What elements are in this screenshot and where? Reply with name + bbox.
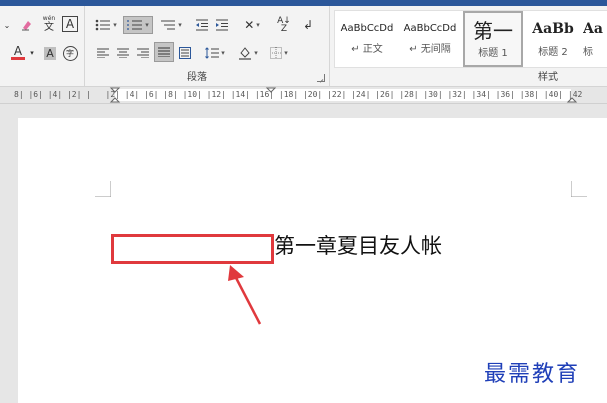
chevron-down-icon[interactable]: ⌄ bbox=[2, 16, 12, 34]
style-name: ↵ 正文 bbox=[351, 44, 383, 55]
char-border-button[interactable]: A bbox=[62, 16, 78, 32]
style-name: 标 bbox=[583, 46, 593, 58]
font-color-swatch bbox=[11, 56, 25, 60]
chinese-layout-button[interactable]: ✕ ▾ bbox=[239, 16, 265, 34]
style-preview: AaBb bbox=[532, 20, 574, 37]
align-left-button[interactable] bbox=[95, 44, 111, 62]
style-title[interactable]: Aa 标 bbox=[583, 11, 607, 67]
crop-mark-top-right-icon bbox=[571, 181, 587, 197]
annotation-arrow-icon bbox=[228, 265, 262, 325]
align-left-icon bbox=[97, 48, 109, 58]
styles-group-label: 样式 bbox=[538, 72, 558, 83]
justify-button[interactable] bbox=[154, 42, 174, 62]
align-right-icon bbox=[137, 48, 149, 58]
document-page[interactable]: 第一章夏目友人帐 最需教育 bbox=[18, 118, 607, 403]
document-area: 第一章夏目友人帐 最需教育 bbox=[0, 104, 607, 403]
bullets-button[interactable]: ▾ bbox=[93, 16, 119, 34]
justify-icon bbox=[158, 47, 170, 57]
bullets-icon bbox=[95, 19, 111, 31]
annotation-highlight-box bbox=[111, 234, 274, 264]
align-center-button[interactable] bbox=[115, 44, 131, 62]
multilevel-list-icon bbox=[161, 20, 176, 30]
style-preview: AaBbCcDd bbox=[403, 23, 457, 34]
distributed-icon bbox=[179, 47, 191, 59]
styles-gallery: AaBbCcDd ↵ 正文 AaBbCcDd ↵ 无间隔 第一 标题 1 AaB… bbox=[334, 10, 607, 68]
shading-button[interactable]: ▾ bbox=[235, 44, 261, 62]
phonetic-guide-button[interactable]: wén 文 bbox=[40, 14, 58, 33]
right-indent-marker-icon[interactable] bbox=[566, 95, 578, 103]
align-center-icon bbox=[117, 48, 129, 58]
enclose-char: 字 bbox=[62, 45, 78, 61]
numbering-icon bbox=[127, 20, 143, 30]
decrease-indent-icon bbox=[196, 19, 208, 31]
enclose-char-button[interactable]: 字 bbox=[62, 44, 78, 62]
style-normal[interactable]: AaBbCcDd ↵ 正文 bbox=[337, 11, 397, 67]
left-indent-marker-icon[interactable] bbox=[109, 87, 121, 103]
numbering-button[interactable]: ▾ bbox=[123, 16, 153, 34]
borders-button[interactable]: ▾ bbox=[265, 44, 293, 62]
line-spacing-button[interactable]: ▾ bbox=[201, 44, 229, 62]
styles-group: AaBbCcDd ↵ 正文 AaBbCcDd ↵ 无间隔 第一 标题 1 AaB… bbox=[329, 6, 607, 86]
sort-icon: A↓ Z bbox=[277, 16, 291, 34]
font-color-letter: A bbox=[13, 43, 23, 58]
increase-indent-icon bbox=[216, 19, 228, 31]
borders-icon bbox=[270, 47, 283, 59]
phonetic-char: 文 bbox=[44, 22, 54, 33]
chinese-layout-icon: ✕ bbox=[244, 18, 255, 32]
char-shading-letter: A bbox=[44, 46, 56, 60]
ribbon: ⌄ wén 文 A A ▾ A 字 ▾ ▾ ▾ ✕ ▾ A↓ Z ↲ ▾ ▾ ▾… bbox=[0, 6, 607, 87]
paint-bucket-icon bbox=[239, 47, 252, 60]
multilevel-list-button[interactable]: ▾ bbox=[159, 16, 183, 34]
increase-indent-button[interactable] bbox=[213, 16, 231, 34]
style-name: 标题 2 bbox=[538, 46, 568, 58]
crop-mark-top-left-icon bbox=[95, 181, 111, 197]
paragraph-group: ▾ ▾ ▾ ✕ ▾ A↓ Z ↲ ▾ ▾ ▾ 段落 bbox=[84, 6, 330, 86]
line-spacing-icon bbox=[205, 47, 220, 59]
style-preview: 第一 bbox=[473, 18, 513, 43]
font-group: ⌄ wén 文 A A ▾ A 字 bbox=[0, 6, 83, 86]
style-heading-2[interactable]: AaBb 标题 2 bbox=[525, 11, 581, 67]
sort-button[interactable]: A↓ Z bbox=[275, 16, 293, 34]
decrease-indent-button[interactable] bbox=[193, 16, 211, 34]
style-no-spacing[interactable]: AaBbCcDd ↵ 无间隔 bbox=[399, 11, 461, 67]
paragraph-dialog-launcher-icon[interactable] bbox=[317, 74, 325, 82]
align-right-button[interactable] bbox=[135, 44, 151, 62]
clear-format-icon[interactable] bbox=[18, 16, 36, 34]
style-preview: Aa bbox=[583, 20, 603, 37]
char-border-letter: A bbox=[65, 17, 75, 31]
show-marks-button[interactable]: ↲ bbox=[299, 16, 317, 34]
style-name: ↵ 无间隔 bbox=[409, 44, 451, 55]
paragraph-mark-icon: ↲ bbox=[302, 18, 314, 32]
ruler-numbers: 8| |6| |4| |2| | |2| |4| |6| |8| |10| |1… bbox=[14, 90, 583, 99]
font-color-button[interactable]: A bbox=[8, 43, 28, 61]
distributed-button[interactable] bbox=[177, 44, 193, 62]
style-heading-1[interactable]: 第一 标题 1 bbox=[463, 11, 523, 67]
horizontal-ruler[interactable]: 8| |6| |4| |2| | |2| |4| |6| |8| |10| |1… bbox=[0, 87, 607, 104]
watermark-text: 最需教育 bbox=[484, 362, 581, 387]
chevron-down-icon[interactable]: ▾ bbox=[28, 44, 36, 62]
first-line-indent-marker-icon[interactable] bbox=[265, 87, 277, 95]
style-preview: AaBbCcDd bbox=[340, 23, 394, 34]
paragraph-group-label: 段落 bbox=[187, 72, 207, 83]
chapter-heading[interactable]: 第一章夏目友人帐 bbox=[274, 230, 442, 260]
char-shading-button[interactable]: A bbox=[42, 44, 58, 62]
style-name: 标题 1 bbox=[478, 47, 508, 59]
